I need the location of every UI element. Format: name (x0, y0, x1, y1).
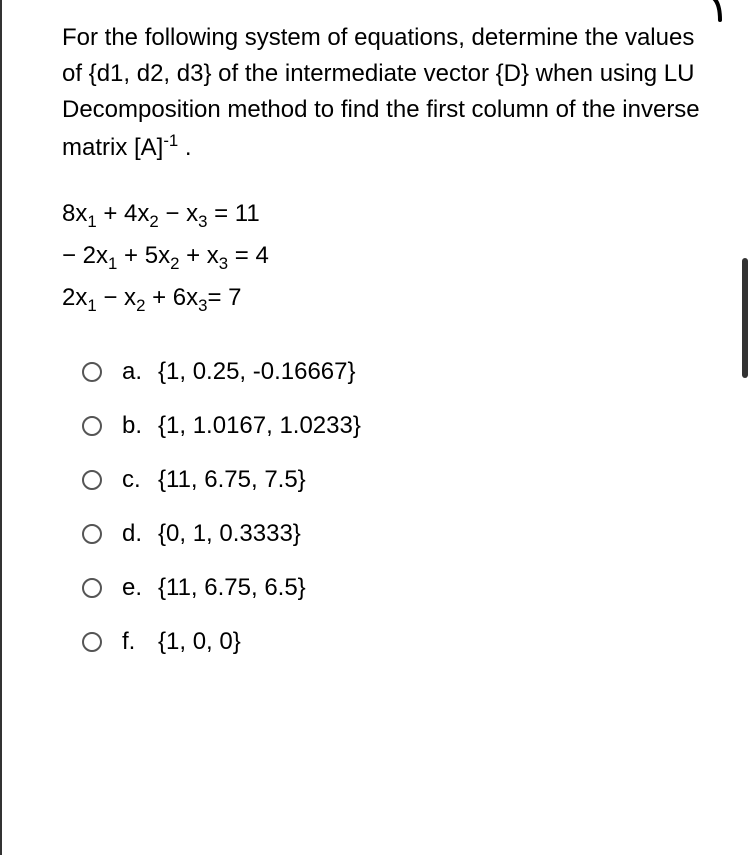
option-letter: a. (122, 358, 158, 386)
option-letter: e. (122, 574, 158, 602)
option-f[interactable]: f. {1, 0, 0} (82, 628, 710, 656)
option-letter: f. (122, 628, 158, 656)
option-c[interactable]: c. {11, 6.75, 7.5} (82, 466, 710, 494)
option-letter: c. (122, 466, 158, 494)
option-e[interactable]: e. {11, 6.75, 6.5} (82, 574, 710, 602)
option-text: {0, 1, 0.3333} (158, 520, 710, 548)
option-letter: d. (122, 520, 158, 548)
option-letter: b. (122, 412, 158, 440)
radio-button[interactable] (82, 578, 102, 598)
equation-line: − 2x1 + 5x2 + x3 = 4 (62, 238, 710, 276)
options-list: a. {1, 0.25, -0.16667} b. {1, 1.0167, 1.… (62, 358, 710, 656)
question-container: For the following system of equations, d… (0, 0, 750, 855)
scrollbar-thumb[interactable] (742, 258, 748, 378)
option-b[interactable]: b. {1, 1.0167, 1.0233} (82, 412, 710, 440)
scrollbar-track[interactable] (740, 0, 750, 855)
radio-button[interactable] (82, 524, 102, 544)
option-a[interactable]: a. {1, 0.25, -0.16667} (82, 358, 710, 386)
radio-button[interactable] (82, 416, 102, 436)
option-text: {11, 6.75, 6.5} (158, 574, 710, 602)
option-text: {1, 0, 0} (158, 628, 710, 656)
corner-decoration (700, 0, 740, 30)
option-d[interactable]: d. {0, 1, 0.3333} (82, 520, 710, 548)
radio-button[interactable] (82, 362, 102, 382)
equation-line: 8x1 + 4x2 − x3 = 11 (62, 196, 710, 234)
equations-block: 8x1 + 4x2 − x3 = 11 − 2x1 + 5x2 + x3 = 4… (62, 196, 710, 318)
option-text: {11, 6.75, 7.5} (158, 466, 710, 494)
equation-line: 2x1 − x2 + 6x3= 7 (62, 280, 710, 318)
option-text: {1, 1.0167, 1.0233} (158, 412, 710, 440)
radio-button[interactable] (82, 632, 102, 652)
option-text: {1, 0.25, -0.16667} (158, 358, 710, 386)
radio-button[interactable] (82, 470, 102, 490)
question-text: For the following system of equations, d… (62, 20, 710, 166)
